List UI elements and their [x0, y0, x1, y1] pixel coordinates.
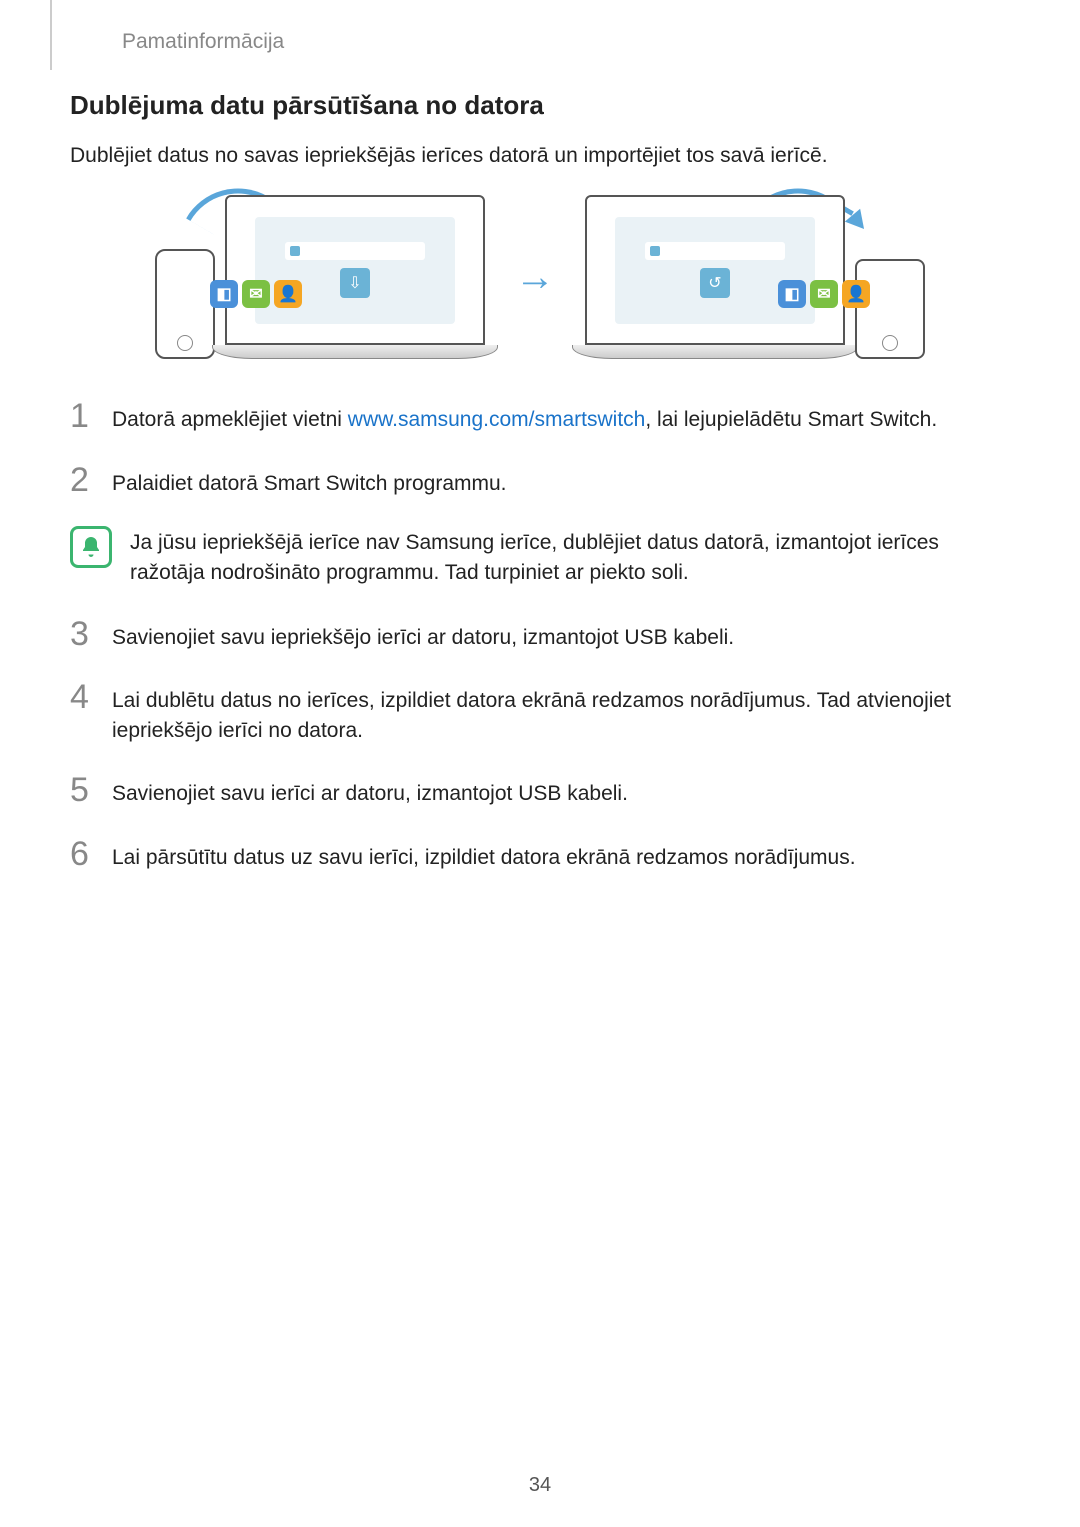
step-number: 1	[70, 399, 94, 433]
download-icon: ⇩	[340, 268, 370, 298]
app-icon: ◧	[210, 280, 238, 308]
step-3: 3 Savienojiet savu iepriekšējo ierīci ar…	[70, 617, 1010, 652]
app-icon: ◧	[778, 280, 806, 308]
laptop-icon: ↺	[585, 195, 845, 359]
step-number: 4	[70, 680, 94, 714]
step-6: 6 Lai pārsūtītu datus uz savu ierīci, iz…	[70, 837, 1010, 872]
step-text: Palaidiet datorā Smart Switch programmu.	[112, 463, 507, 498]
step-number: 2	[70, 463, 94, 497]
step-text: Datorā apmeklējiet vietni www.samsung.co…	[112, 399, 937, 434]
step-5: 5 Savienojiet savu ierīci ar datoru, izm…	[70, 773, 1010, 808]
step-number: 6	[70, 837, 94, 871]
step-1: 1 Datorā apmeklējiet vietni www.samsung.…	[70, 399, 1010, 434]
phone-icon	[155, 249, 215, 359]
contact-icon: 👤	[842, 280, 870, 308]
step-4: 4 Lai dublētu datus no ierīces, izpildie…	[70, 680, 1010, 745]
step-number: 5	[70, 773, 94, 807]
data-icons-cluster: ◧ ✉ 👤	[778, 280, 870, 308]
smartswitch-link[interactable]: www.samsung.com/smartswitch	[348, 408, 646, 431]
note-text: Ja jūsu iepriekšējā ierīce nav Samsung i…	[130, 526, 1010, 587]
page-number: 34	[529, 1474, 551, 1497]
diagram-restore-group: ◧ ✉ 👤 ↺	[585, 195, 925, 359]
transfer-diagram: ◧ ✉ 👤 ⇩ → ◧ ✉ 👤	[70, 195, 1010, 359]
step-2: 2 Palaidiet datorā Smart Switch programm…	[70, 463, 1010, 498]
laptop-icon: ⇩	[225, 195, 485, 359]
step-text: Lai pārsūtītu datus uz savu ierīci, izpi…	[112, 837, 856, 872]
step-text: Savienojiet savu iepriekšējo ierīci ar d…	[112, 617, 734, 652]
tablet-icon	[855, 259, 925, 359]
restore-icon: ↺	[700, 268, 730, 298]
note-box: Ja jūsu iepriekšējā ierīce nav Samsung i…	[70, 526, 1010, 587]
step-number: 3	[70, 617, 94, 651]
arrow-right-icon: →	[515, 255, 555, 300]
intro-text: Dublējiet datus no savas iepriekšējās ie…	[70, 141, 1010, 170]
section-header: Pamatinformācija	[122, 30, 1010, 54]
diagram-backup-group: ◧ ✉ 👤 ⇩	[155, 195, 485, 359]
bell-icon	[70, 526, 112, 568]
contact-icon: 👤	[274, 280, 302, 308]
step-text: Savienojiet savu ierīci ar datoru, izman…	[112, 773, 628, 808]
data-icons-cluster: ◧ ✉ 👤	[210, 280, 302, 308]
message-icon: ✉	[242, 280, 270, 308]
message-icon: ✉	[810, 280, 838, 308]
step-text: Lai dublētu datus no ierīces, izpildiet …	[112, 680, 1010, 745]
page-title: Dublējuma datu pārsūtīšana no datora	[70, 90, 1010, 121]
